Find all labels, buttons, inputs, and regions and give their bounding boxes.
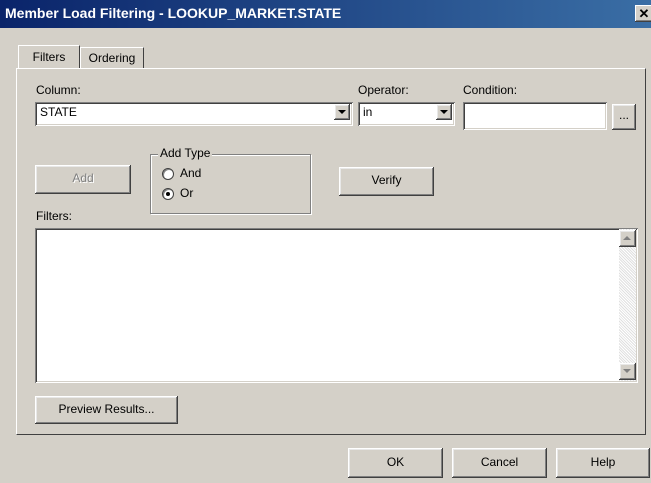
and-radio[interactable] bbox=[162, 168, 174, 180]
close-icon[interactable]: ✕ bbox=[635, 5, 651, 22]
tab-filters-label: Filters bbox=[32, 50, 66, 64]
condition-input[interactable] bbox=[463, 102, 607, 130]
column-select[interactable]: STATE bbox=[35, 102, 353, 126]
or-radio[interactable] bbox=[162, 188, 174, 200]
window-title: Member Load Filtering - LOOKUP_MARKET.ST… bbox=[5, 5, 342, 21]
column-select-value: STATE bbox=[40, 105, 77, 119]
operator-select-value: in bbox=[363, 105, 373, 119]
cancel-button[interactable]: Cancel bbox=[452, 448, 547, 478]
operator-label: Operator: bbox=[358, 83, 409, 97]
add-type-title: Add Type bbox=[158, 146, 213, 160]
ok-button[interactable]: OK bbox=[348, 448, 443, 478]
add-button[interactable]: Add bbox=[35, 165, 131, 194]
condition-label: Condition: bbox=[463, 83, 518, 97]
and-radio-label[interactable]: And bbox=[180, 166, 201, 180]
verify-button-label: Verify bbox=[371, 173, 402, 187]
dropdown-arrow-icon[interactable] bbox=[436, 104, 452, 120]
verify-button[interactable]: Verify bbox=[339, 167, 434, 196]
preview-results-button[interactable]: Preview Results... bbox=[35, 396, 178, 424]
column-label: Column: bbox=[36, 83, 81, 97]
preview-results-label: Preview Results... bbox=[58, 402, 155, 416]
or-radio-label[interactable]: Or bbox=[180, 186, 193, 200]
dialog-window: Member Load Filtering - LOOKUP_MARKET.ST… bbox=[0, 0, 651, 483]
filters-label: Filters: bbox=[36, 209, 72, 223]
add-button-label: Add bbox=[72, 171, 94, 185]
cancel-button-label: Cancel bbox=[480, 455, 519, 469]
dropdown-arrow-icon[interactable] bbox=[334, 104, 350, 120]
operator-select[interactable]: in bbox=[358, 102, 455, 126]
scroll-up-icon[interactable] bbox=[619, 230, 636, 247]
tab-filters[interactable]: Filters bbox=[18, 45, 80, 69]
filters-list[interactable] bbox=[35, 228, 638, 383]
title-bar[interactable]: Member Load Filtering - LOOKUP_MARKET.ST… bbox=[0, 0, 651, 28]
condition-browse-label: ... bbox=[618, 108, 629, 122]
tab-ordering[interactable]: Ordering bbox=[80, 47, 144, 68]
condition-browse-button[interactable]: ... bbox=[612, 104, 636, 130]
add-type-group bbox=[150, 154, 311, 214]
filters-scrollbar[interactable] bbox=[619, 229, 636, 381]
help-button-label: Help bbox=[590, 455, 616, 469]
ok-button-label: OK bbox=[386, 455, 405, 469]
tab-ordering-label: Ordering bbox=[88, 51, 136, 65]
help-button[interactable]: Help bbox=[556, 448, 650, 478]
scroll-down-icon[interactable] bbox=[619, 363, 636, 380]
